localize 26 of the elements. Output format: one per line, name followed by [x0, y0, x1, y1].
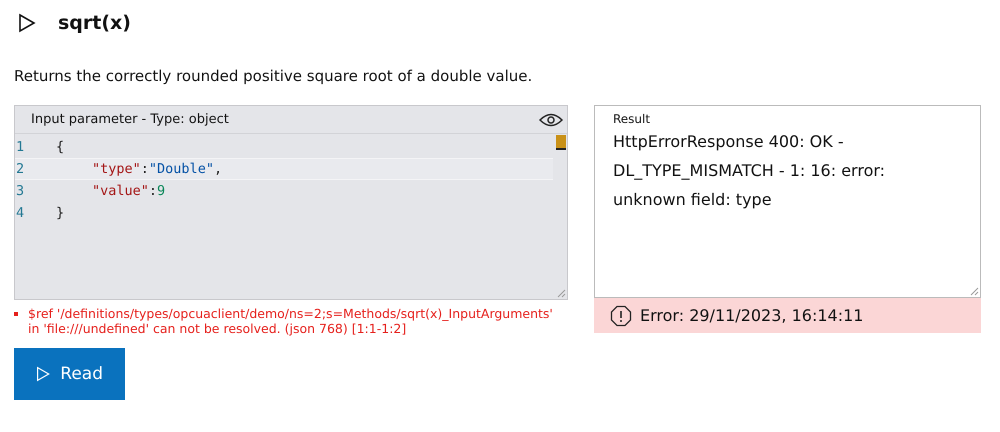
line-number: 3 [15, 183, 26, 199]
bullet-icon [14, 312, 18, 316]
code-line: { [56, 139, 64, 155]
line-number: 2 [15, 161, 26, 177]
validation-error: $ref '/definitions/types/opcuaclient/demo/ns=2;s=Methods/sqrt(x)_InputArguments' in 'file:///undefined' can not be resolved. (json 768) [1:1-1:2] [28, 306, 554, 336]
eye-icon[interactable] [539, 112, 563, 126]
resize-handle-icon[interactable] [969, 286, 979, 296]
code-line: "value":9 [91, 183, 166, 199]
result-value: HttpErrorResponse 400: OK - DL_TYPE_MISMATCH - 1: 16: error: unknown field: type [613, 131, 886, 211]
method-description: Returns the correctly rounded positive square root of a double value. [14, 67, 534, 85]
result-label: Result [613, 112, 650, 126]
error-status: Error: 29/11/2023, 16:14:11 [640, 306, 864, 325]
code-line: } [56, 205, 64, 221]
resize-handle-icon[interactable] [556, 288, 566, 298]
code-line: "type":"Double", [91, 161, 222, 177]
play-icon [36, 364, 50, 384]
scrollbar-marker [556, 135, 566, 150]
line-number: 4 [15, 205, 26, 221]
warning-icon [610, 304, 632, 326]
code-editor[interactable]: Input parameter - Type: object 1 { 2 "type":"Double", 3 "value":9 4 } [14, 105, 568, 300]
play-icon[interactable] [18, 13, 36, 33]
editor-label: Input parameter - Type: object [31, 112, 229, 127]
method-title: sqrt(x) [58, 12, 131, 34]
line-number: 1 [15, 139, 26, 155]
result-field[interactable]: Result HttpErrorResponse 400: OK - DL_TYPE_MISMATCH - 1: 16: error: unknown field: type [594, 105, 981, 298]
read-button[interactable]: Read [14, 348, 125, 400]
